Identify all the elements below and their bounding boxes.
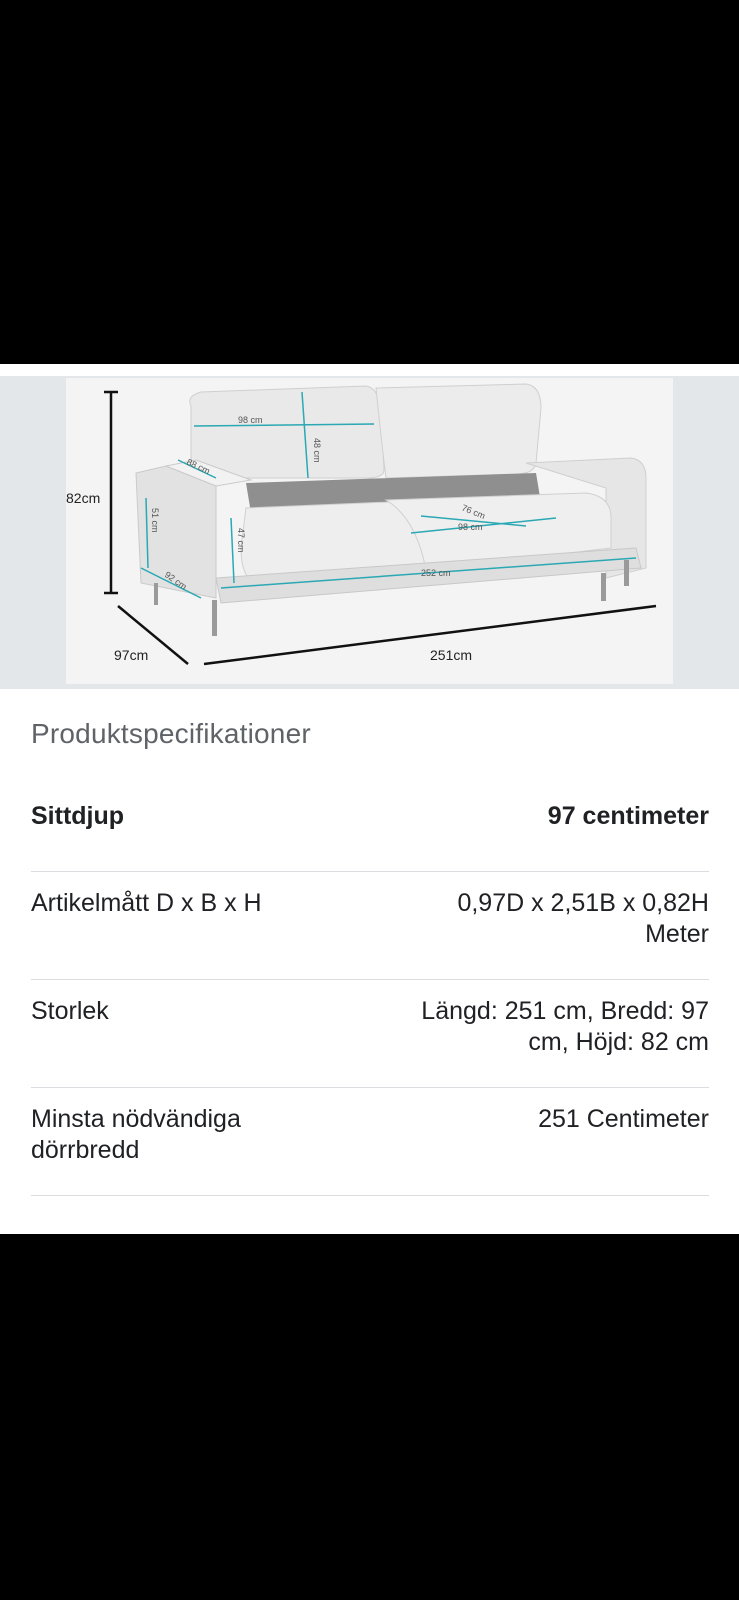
dim-depth-label: 97cm [114,647,148,663]
image-strip: 98 cm 48 cm 88 cm 51 cm 47 cm 92 cm 76 c… [0,376,739,689]
product-spec-card: 98 cm 48 cm 88 cm 51 cm 47 cm 92 cm 76 c… [0,364,739,1234]
dim-cushion-height: 48 cm [312,438,322,463]
spec-label: Sittdjup [31,802,125,830]
screen: 98 cm 48 cm 88 cm 51 cm 47 cm 92 cm 76 c… [0,0,739,1600]
spec-row-size: Storlek Längd: 251 cm, Bredd: 97 cm, Höj… [31,980,709,1088]
spec-label: Storlek [31,997,109,1025]
leg [601,573,606,601]
top-black-area [0,0,739,364]
spec-section-title: Produktspecifikationer [31,718,311,749]
spec-label: Minsta nödvändiga dörrbredd [31,1105,241,1164]
dim-width-label: 251cm [430,647,472,663]
sofa-diagram: 98 cm 48 cm 88 cm 51 cm 47 cm 92 cm 76 c… [66,383,657,666]
dim-seat-inner-width: 98 cm [458,522,483,532]
sofa-dimensions-image[interactable]: 98 cm 48 cm 88 cm 51 cm 47 cm 92 cm 76 c… [66,378,673,684]
spec-list: Sittdjup 97 centimeter Artikelmått D x B… [31,782,709,1196]
dim-seat-total-width: 252 cm [421,568,451,578]
spec-value: 97 centimeter [547,802,709,830]
spec-label: Artikelmått D x B x H [31,889,262,917]
spec-row-door-width: Minsta nödvändiga dörrbredd 251 Centimet… [31,1088,709,1196]
spec-value: Längd: 251 cm, Bredd: 97 cm, Höjd: 82 cm [421,997,709,1056]
back-cushion-right [375,383,542,479]
dim-height-label: 82cm [66,490,100,506]
bottom-black-area [0,1234,739,1600]
leg [154,583,158,605]
spec-row-seat-depth: Sittdjup 97 centimeter [31,782,709,872]
dim-arm-height: 51 cm [150,508,160,533]
dim-cushion-width: 98 cm [238,415,263,425]
leg [212,600,217,636]
dim-seat-height: 47 cm [236,528,246,553]
spec-row-dimensions: Artikelmått D x B x H 0,97D x 2,51B x 0,… [31,872,709,980]
spec-value: 0,97D x 2,51B x 0,82H Meter [457,889,709,948]
leg [624,560,629,586]
back-cushion-left [189,385,385,479]
spec-value: 251 Centimeter [538,1105,709,1133]
